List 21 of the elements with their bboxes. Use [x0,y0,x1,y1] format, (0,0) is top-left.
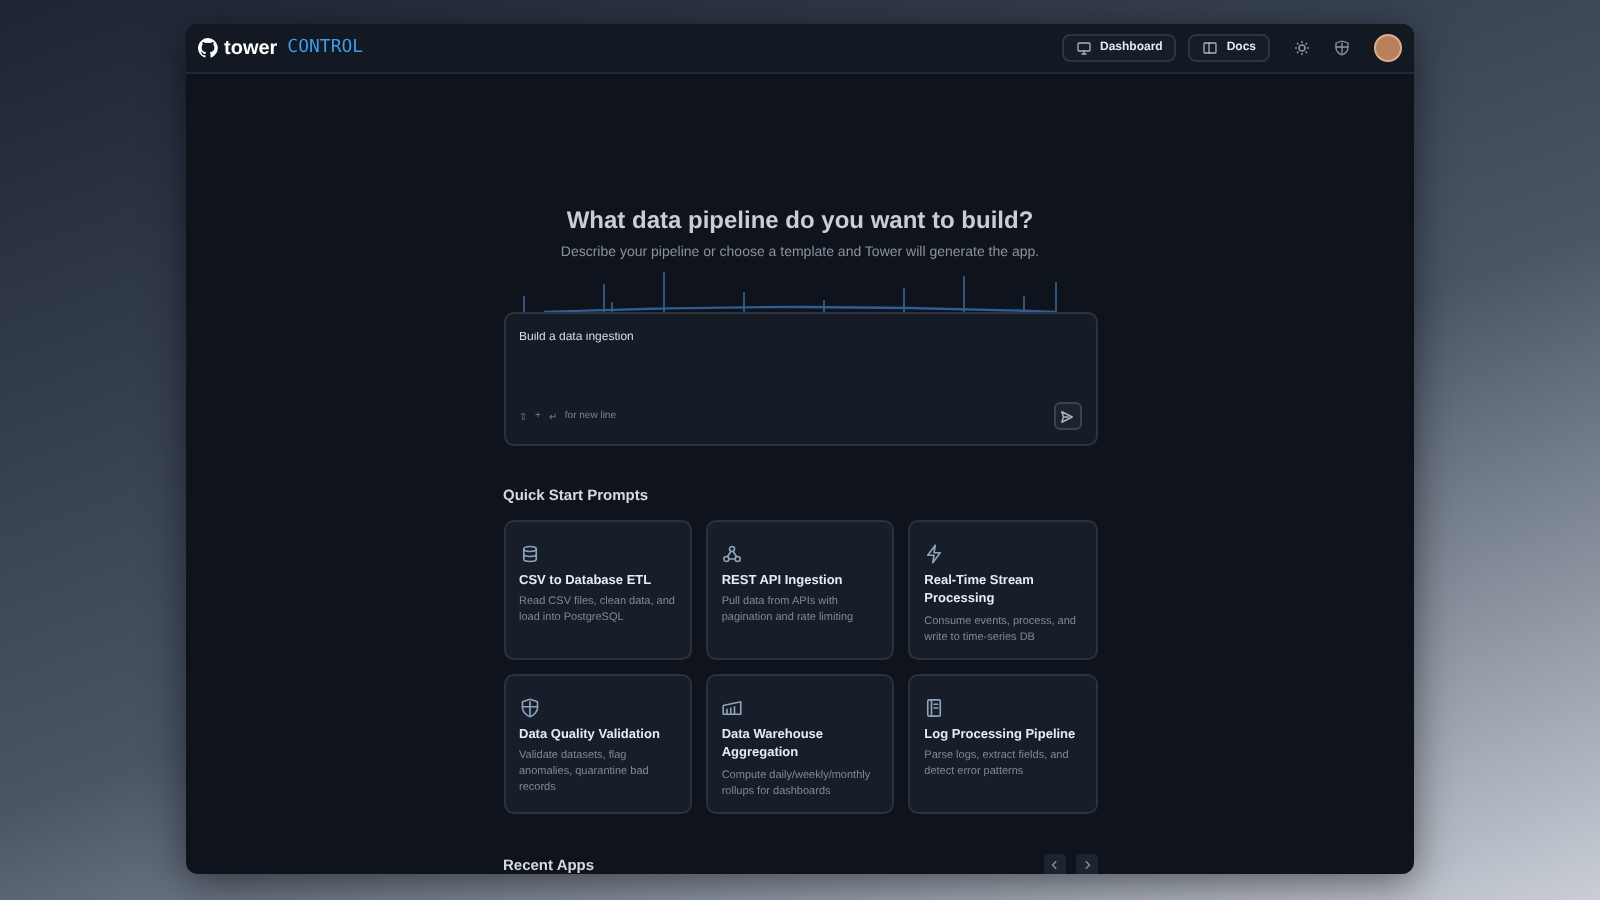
previous-button[interactable] [1043,854,1065,874]
chevron-left-icon [1049,860,1059,870]
chart-icon [721,698,742,718]
sun-icon[interactable] [1294,40,1310,56]
database-icon [519,544,539,564]
brand-suffix: CONTROL [287,38,364,58]
book-icon [924,698,945,718]
monitor-icon [1075,40,1092,56]
logo-icon [198,38,218,58]
chevron-right-icon [1081,860,1091,870]
network-icon [721,544,742,564]
send-button[interactable] [1053,402,1081,430]
lightning-icon [924,544,945,564]
next-button[interactable] [1075,854,1097,874]
shield-icon[interactable] [1334,40,1350,56]
shield-icon [519,698,539,718]
brand-name: tower [224,37,278,59]
sidebar-icon [1202,40,1219,56]
send-icon [1060,409,1074,423]
avatar[interactable] [1374,34,1402,62]
hero-title: What data pipeline do you want to build? [564,206,1036,234]
